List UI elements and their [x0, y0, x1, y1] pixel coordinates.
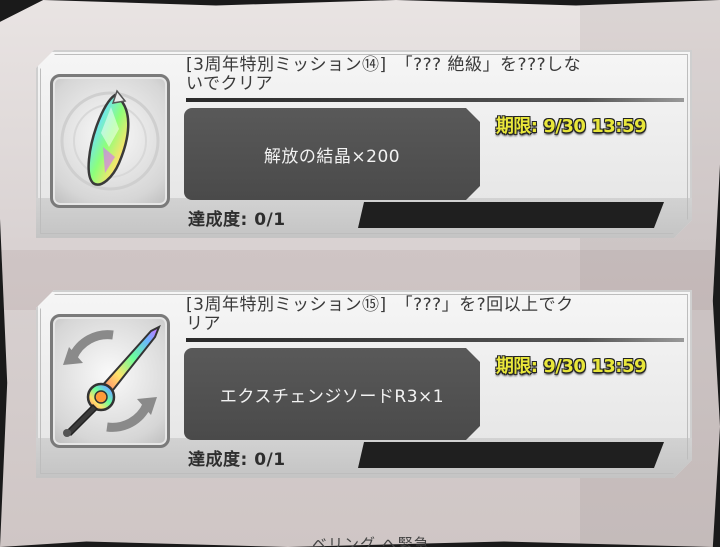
- mission-title: [3周年特別ミッション⑭] 「??? 絶級」を???しな いでクリア: [186, 55, 582, 94]
- mission-title: [3周年特別ミッション⑮] 「???」を?回以上でク リア: [186, 295, 574, 334]
- deadline-label: 期限: 9/30 13:59: [495, 356, 646, 377]
- progress-bar: [358, 202, 664, 228]
- exchange-sword-icon: [50, 314, 170, 448]
- title-divider: [186, 98, 684, 102]
- rainbow-crystal-icon: [50, 74, 170, 208]
- progress-label: 達成度: 0/1: [188, 450, 286, 470]
- mission-card[interactable]: [3周年特別ミッション⑭] 「??? 絶級」を???しな いでクリア 解放の結晶…: [36, 50, 692, 238]
- footer-partial-text: ベリング へ緊急: [312, 535, 430, 547]
- title-divider: [186, 338, 684, 342]
- reward-panel: 解放の結晶×200: [184, 108, 480, 200]
- reward-panel: エクスチェンジソードR3×1: [184, 348, 480, 440]
- deadline-label: 期限: 9/30 13:59: [495, 116, 646, 137]
- progress-label: 達成度: 0/1: [188, 210, 286, 230]
- mission-card[interactable]: [3周年特別ミッション⑮] 「???」を?回以上でク リア エクスチェンジソード…: [36, 290, 692, 478]
- progress-bar: [358, 442, 664, 468]
